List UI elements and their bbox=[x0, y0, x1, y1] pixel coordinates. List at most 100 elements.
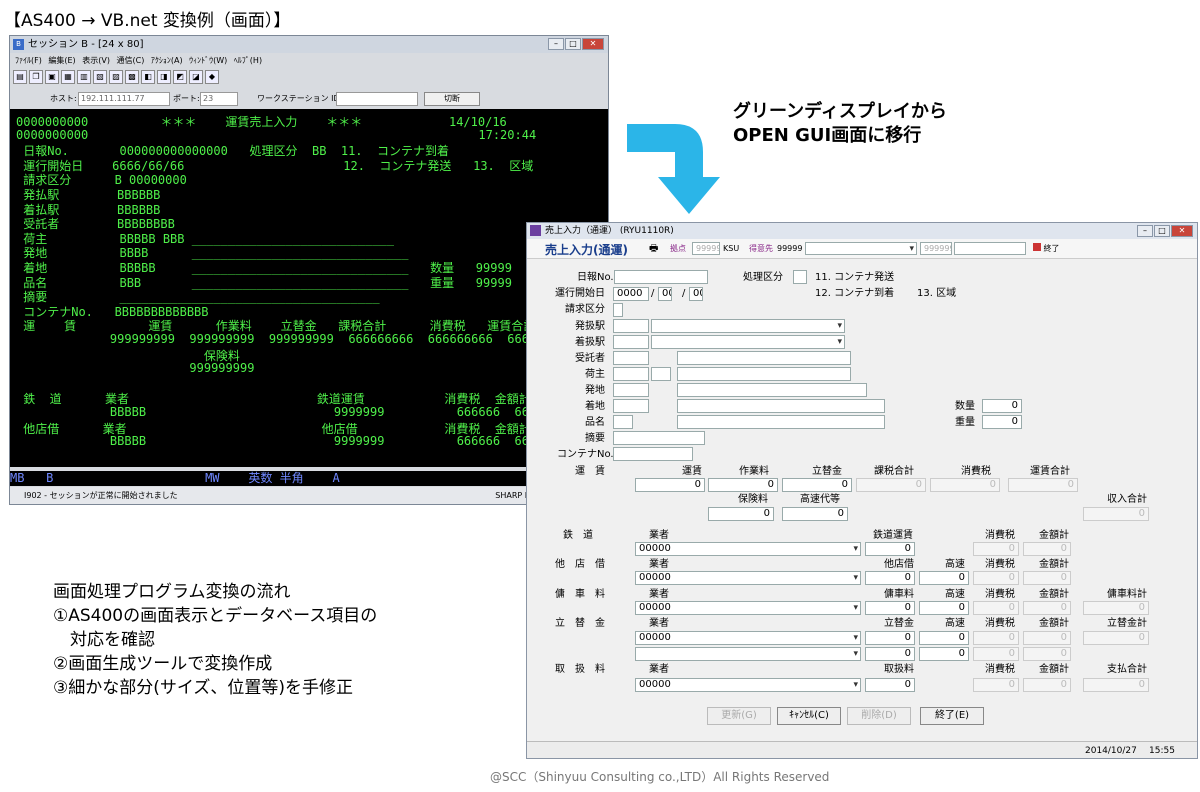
tatekae-kingaku-field-2[interactable]: 0 bbox=[1023, 647, 1071, 661]
yosha-kosoku-field[interactable]: 0 bbox=[919, 601, 969, 615]
gui-close-button[interactable]: ✕ bbox=[1171, 225, 1193, 237]
play-icon[interactable]: ◨ bbox=[157, 70, 171, 84]
minimize-button[interactable]: – bbox=[548, 38, 564, 50]
yosha-gyosha-select[interactable]: 00000 bbox=[635, 601, 861, 615]
gui-maximize-button[interactable]: □ bbox=[1154, 225, 1170, 237]
unchin-amount-field[interactable]: 0 bbox=[856, 478, 926, 492]
suryo-field[interactable]: 0 bbox=[982, 399, 1022, 413]
toriatsukai-shohi-field[interactable]: 0 bbox=[973, 678, 1019, 692]
yosha-field[interactable]: 0 bbox=[865, 601, 915, 615]
tatekae-field[interactable]: 0 bbox=[865, 631, 915, 645]
delete-button[interactable]: 削除(D) bbox=[847, 707, 911, 725]
end-icon[interactable]: 終了 bbox=[1033, 242, 1060, 256]
send-icon[interactable]: ▦ bbox=[61, 70, 75, 84]
kosoku-field[interactable]: 0 bbox=[782, 507, 848, 521]
jutaku-code[interactable] bbox=[613, 351, 649, 365]
end-button[interactable]: 終了(E) bbox=[920, 707, 984, 725]
chaku-select[interactable] bbox=[651, 335, 845, 349]
tetsudo-gyosha-select[interactable]: 00000 bbox=[635, 542, 861, 556]
unchin-amount-field[interactable]: 0 bbox=[635, 478, 705, 492]
print-icon[interactable]: ▤ bbox=[13, 70, 27, 84]
toriatsukai-field[interactable]: 0 bbox=[865, 678, 915, 692]
tetsudo-kingaku-field[interactable]: 0 bbox=[1023, 542, 1071, 556]
update-button[interactable]: 更新(G) bbox=[707, 707, 771, 725]
shiharai-field[interactable]: 0 bbox=[1083, 678, 1149, 692]
unchin-amount-field[interactable]: 0 bbox=[930, 478, 1000, 492]
paste-icon[interactable]: ▣ bbox=[45, 70, 59, 84]
host-field[interactable]: 192.111.111.77 bbox=[78, 92, 170, 106]
shori-field[interactable] bbox=[793, 270, 807, 284]
date-year-field[interactable]: 0000 bbox=[613, 287, 649, 301]
tetsudo-unchin-field[interactable]: 0 bbox=[865, 542, 915, 556]
tatekae-gyosha-select-2[interactable] bbox=[635, 647, 861, 661]
hatsu-code[interactable] bbox=[613, 319, 649, 333]
copy-icon[interactable]: ❐ bbox=[29, 70, 43, 84]
hatsu-select[interactable] bbox=[651, 319, 845, 333]
tatekae-kosoku-field[interactable]: 0 bbox=[919, 631, 969, 645]
seikyu-field[interactable] bbox=[613, 303, 623, 317]
ws-field[interactable] bbox=[336, 92, 418, 106]
jutaku-name[interactable] bbox=[677, 351, 851, 365]
code-box[interactable]: 999999 bbox=[920, 242, 952, 255]
help-icon[interactable]: ◆ bbox=[205, 70, 219, 84]
toriatsukai-kingaku-field[interactable]: 0 bbox=[1023, 678, 1071, 692]
maximize-button[interactable]: □ bbox=[565, 38, 581, 50]
chaku-code[interactable] bbox=[613, 335, 649, 349]
ninushi-sub[interactable] bbox=[651, 367, 671, 381]
tatensha-kosoku-field[interactable]: 0 bbox=[919, 571, 969, 585]
unchin-amount-field[interactable]: 0 bbox=[708, 478, 778, 492]
yosha-kingaku-field[interactable]: 0 bbox=[1023, 601, 1071, 615]
chakuchi-code[interactable] bbox=[613, 399, 649, 413]
tatensha-shohi-field[interactable]: 0 bbox=[973, 571, 1019, 585]
customer-dropdown[interactable] bbox=[805, 242, 917, 255]
unchin-amount-field[interactable]: 0 bbox=[1008, 478, 1078, 492]
hinmei-code[interactable] bbox=[613, 415, 633, 429]
tatensha-gyosha-select[interactable]: 00000 bbox=[635, 571, 861, 585]
tatekae-goukei-field[interactable]: 0 bbox=[1083, 631, 1149, 645]
port-field[interactable]: 23 bbox=[200, 92, 238, 106]
tatekae-field-2[interactable]: 0 bbox=[865, 647, 915, 661]
hinmei-name[interactable] bbox=[677, 415, 885, 429]
tatensha-kingaku-field[interactable]: 0 bbox=[1023, 571, 1071, 585]
macro-icon[interactable]: ▩ bbox=[125, 70, 139, 84]
hoken-field[interactable]: 0 bbox=[708, 507, 774, 521]
tekiyo-field[interactable] bbox=[613, 431, 705, 445]
tatekae-gyosha-select[interactable]: 00000 bbox=[635, 631, 861, 645]
juryo-field[interactable]: 0 bbox=[982, 415, 1022, 429]
color-icon[interactable]: ◪ bbox=[189, 70, 203, 84]
cancel-button[interactable]: ｷｬﾝｾﾙ(C) bbox=[777, 707, 841, 725]
date-day-field[interactable]: 00 bbox=[689, 287, 703, 301]
tetsudo-shohi-field[interactable]: 0 bbox=[973, 542, 1019, 556]
base-field[interactable]: 99999 bbox=[692, 242, 720, 255]
keypad-icon[interactable]: ◩ bbox=[173, 70, 187, 84]
yosha-shohi-field[interactable]: 0 bbox=[973, 601, 1019, 615]
tatensha-field[interactable]: 0 bbox=[865, 571, 915, 585]
container-field[interactable] bbox=[613, 447, 693, 461]
close-button[interactable]: ✕ bbox=[582, 38, 604, 50]
unchin-amount-field[interactable]: 0 bbox=[782, 478, 852, 492]
date-month-field[interactable]: 00 bbox=[658, 287, 672, 301]
green-screen[interactable]: 0000000000 ＊＊＊ 運賃売上入力 ＊＊＊ 14/10/16 000000… bbox=[10, 109, 608, 467]
ninushi-code[interactable] bbox=[613, 367, 649, 381]
hacchi-name[interactable] bbox=[677, 383, 867, 397]
nippo-field[interactable] bbox=[614, 270, 708, 284]
display-icon[interactable]: ▧ bbox=[93, 70, 107, 84]
chart-icon[interactable]: ▨ bbox=[109, 70, 123, 84]
record-icon[interactable]: ◧ bbox=[141, 70, 155, 84]
gui-minimize-button[interactable]: – bbox=[1137, 225, 1153, 237]
chakuchi-name[interactable] bbox=[677, 399, 885, 413]
receive-icon[interactable]: ▥ bbox=[77, 70, 91, 84]
code-name-box[interactable] bbox=[954, 242, 1026, 255]
terminal-menubar[interactable]: ﾌｧｲﾙ(F) 編集(E) 表示(V) 通信(C) ｱｸｼｮﾝ(A) ｳｨﾝﾄﾞ… bbox=[10, 53, 608, 68]
tatekae-kosoku-field-2[interactable]: 0 bbox=[919, 647, 969, 661]
disconnect-button[interactable]: 切断 bbox=[424, 92, 480, 106]
tatekae-kingaku-field[interactable]: 0 bbox=[1023, 631, 1071, 645]
printer-icon[interactable]: 🖶 bbox=[649, 242, 658, 256]
tatekae-shohi-field[interactable]: 0 bbox=[973, 631, 1019, 645]
tatekae-shohi-field-2[interactable]: 0 bbox=[973, 647, 1019, 661]
hacchi-code[interactable] bbox=[613, 383, 649, 397]
end-label[interactable]: 終了 bbox=[1044, 244, 1060, 253]
toriatsukai-gyosha-select[interactable]: 00000 bbox=[635, 678, 861, 692]
shunyu-field[interactable]: 0 bbox=[1083, 507, 1149, 521]
ninushi-name[interactable] bbox=[677, 367, 851, 381]
